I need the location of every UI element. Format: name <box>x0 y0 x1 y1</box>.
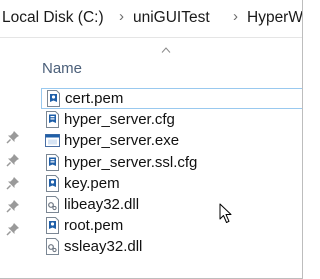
list-item[interactable]: hyper_server.exe <box>41 130 302 151</box>
file-list: cert.pem hyper_server.cfg hyper_server.e… <box>41 88 302 258</box>
breadcrumb-separator[interactable]: › <box>119 8 124 25</box>
list-item[interactable]: libeay32.dll <box>41 194 302 215</box>
column-name-label: Name <box>42 60 83 77</box>
list-item[interactable]: key.pem <box>41 173 302 194</box>
pin-icon[interactable] <box>6 222 20 236</box>
list-item[interactable]: root.pem <box>41 215 302 236</box>
config-file-icon <box>45 153 60 171</box>
file-name: root.pem <box>64 217 124 235</box>
pem-certificate-icon <box>46 90 61 107</box>
breadcrumb-separator[interactable]: › <box>233 8 238 25</box>
mouse-pointer-icon <box>219 203 232 223</box>
list-item[interactable]: cert.pem <box>41 88 302 109</box>
sort-ascending-icon <box>161 47 171 53</box>
file-name: libeay32.dll <box>64 195 140 213</box>
pem-certificate-icon <box>45 217 60 235</box>
pin-icon[interactable] <box>6 199 20 213</box>
file-name: ssleay32.dll <box>64 238 143 256</box>
breadcrumb: Local Disk (C:) › uniGUITest › HyperWS <box>0 0 302 38</box>
pin-icon[interactable] <box>6 176 20 190</box>
pin-icon[interactable] <box>6 153 20 167</box>
pin-icon[interactable] <box>6 130 20 144</box>
config-file-icon <box>45 111 60 129</box>
file-name: hyper_server.exe <box>64 132 180 150</box>
file-name: key.pem <box>64 174 120 192</box>
file-name: hyper_server.ssl.cfg <box>64 153 198 171</box>
breadcrumb-item-hyperws[interactable]: HyperWS <box>247 9 302 27</box>
pem-certificate-icon <box>45 174 60 192</box>
dll-file-icon <box>45 238 60 256</box>
breadcrumb-item-local-disk[interactable]: Local Disk (C:) <box>2 9 104 27</box>
column-header-name[interactable]: Name <box>30 39 302 83</box>
file-name: cert.pem <box>65 90 124 107</box>
navigation-pane <box>0 39 28 278</box>
dll-file-icon <box>45 195 60 213</box>
list-item[interactable]: hyper_server.ssl.cfg <box>41 152 302 173</box>
file-name: hyper_server.cfg <box>64 111 175 129</box>
breadcrumb-item-unigui-test[interactable]: uniGUITest <box>133 9 210 27</box>
file-explorer-window: Local Disk (C:) › uniGUITest › HyperWS N… <box>0 0 303 279</box>
exe-application-icon <box>45 132 60 149</box>
list-item[interactable]: hyper_server.cfg <box>41 109 302 130</box>
list-item[interactable]: ssleay32.dll <box>41 236 302 257</box>
